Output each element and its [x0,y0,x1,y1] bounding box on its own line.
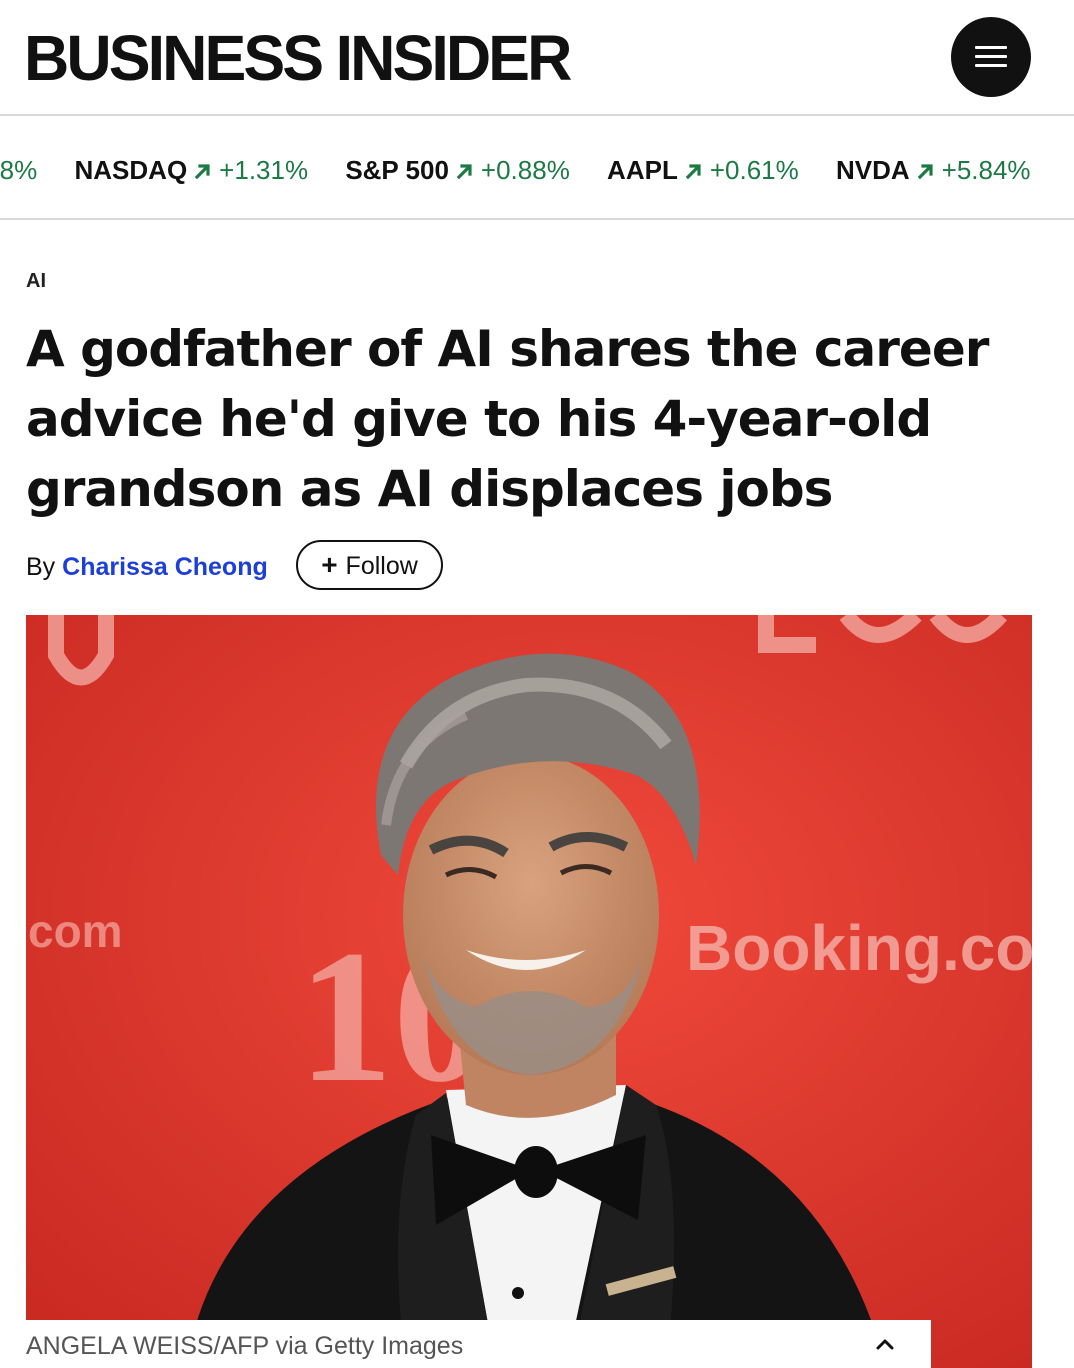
ticker-change: +0.88% [480,155,570,185]
photo-caption: ANGELA WEISS/AFP via Getty Images [26,1332,464,1360]
article-photo: com 10 Booking.co [26,615,1032,1368]
ticker-change: +5.84% [941,155,1031,185]
backdrop-text-left: com [28,905,123,957]
arrow-up-right-icon [685,164,701,180]
photo-caption-bar: ANGELA WEISS/AFP via Getty Images [0,1320,931,1368]
ticker-item-sp500[interactable]: S&P 500 +0.88% [345,154,570,186]
market-ticker: .38% NASDAQ +1.31% S&P 500 +0.88% AAPL +0.6… [0,118,1074,220]
hamburger-menu-icon [975,46,1007,68]
category-link[interactable]: AI [26,270,46,293]
site-header: BUSINESS INSIDER [0,0,1074,116]
ticker-item-nasdaq[interactable]: NASDAQ +1.31% [75,154,309,186]
portrait-illustration: com 10 Booking.co [26,615,1032,1368]
follow-button[interactable]: + Follow [296,540,443,590]
article-headline: A godfather of AI shares the career advi… [26,320,989,518]
ticker-item-aapl[interactable]: AAPL +0.61% [607,154,799,186]
arrow-up-right-icon [917,164,933,180]
ticker-change: .38% [0,155,38,185]
ticker-item-nvda[interactable]: NVDA +5.84% [836,154,1031,186]
ticker-track: .38% NASDAQ +1.31% S&P 500 +0.88% AAPL +0.6… [0,154,1061,186]
follow-label: Follow [345,552,418,580]
plus-icon: + [321,549,338,580]
byline-prefix: By [26,553,56,581]
ticker-name: S&P 500 [345,155,449,185]
byline: By Charissa Cheong [26,551,268,583]
arrow-up-right-icon [456,164,472,180]
arrow-up-right-icon [194,164,210,180]
ticker-item[interactable]: .38% [0,154,37,186]
ticker-name: NASDAQ [74,155,188,185]
chevron-up-icon[interactable] [873,1332,897,1356]
site-logo[interactable]: BUSINESS INSIDER [24,22,572,94]
ticker-change: +0.61% [709,155,799,185]
ticker-name: AAPL [607,155,678,185]
ticker-name: NVDA [835,155,910,185]
menu-button[interactable] [951,17,1031,97]
ticker-change: +1.31% [219,155,309,185]
backdrop-text-right: Booking.co [686,912,1032,984]
author-link[interactable]: Charissa Cheong [62,553,268,581]
